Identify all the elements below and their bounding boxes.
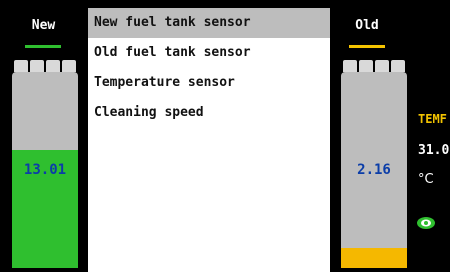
old-tank-indicator <box>349 45 385 48</box>
menu-item-cleaning-speed[interactable]: Cleaning speed <box>88 98 330 128</box>
sensor-menu: New fuel tank sensor Old fuel tank senso… <box>88 8 330 272</box>
temperature-value: 31.0 <box>418 143 450 158</box>
old-tank-value: 2.16 <box>357 162 391 178</box>
menu-item-temperature-sensor[interactable]: Temperature sensor <box>88 68 330 98</box>
eye-icon[interactable] <box>416 216 436 230</box>
old-tank-fill <box>341 248 407 268</box>
new-tank-value: 13.01 <box>23 162 67 178</box>
new-tank-indicator <box>25 45 61 48</box>
temperature-unit: °C <box>418 172 434 187</box>
new-tank-panel: New 13.01 <box>0 0 87 272</box>
old-tank-cap <box>343 60 405 72</box>
old-tank-label: Old <box>355 18 379 33</box>
menu-item-new-fuel-tank-sensor[interactable]: New fuel tank sensor <box>88 8 330 38</box>
new-tank-gauge: 13.01 <box>12 72 78 268</box>
menu-item-old-fuel-tank-sensor[interactable]: Old fuel tank sensor <box>88 38 330 68</box>
new-tank-label: New <box>31 18 56 33</box>
old-tank-gauge: 2.16 <box>341 72 407 268</box>
new-tank-cap <box>14 60 76 72</box>
old-tank-panel: Old 2.16 <box>333 0 450 272</box>
temperature-label: TEMF <box>418 112 447 126</box>
